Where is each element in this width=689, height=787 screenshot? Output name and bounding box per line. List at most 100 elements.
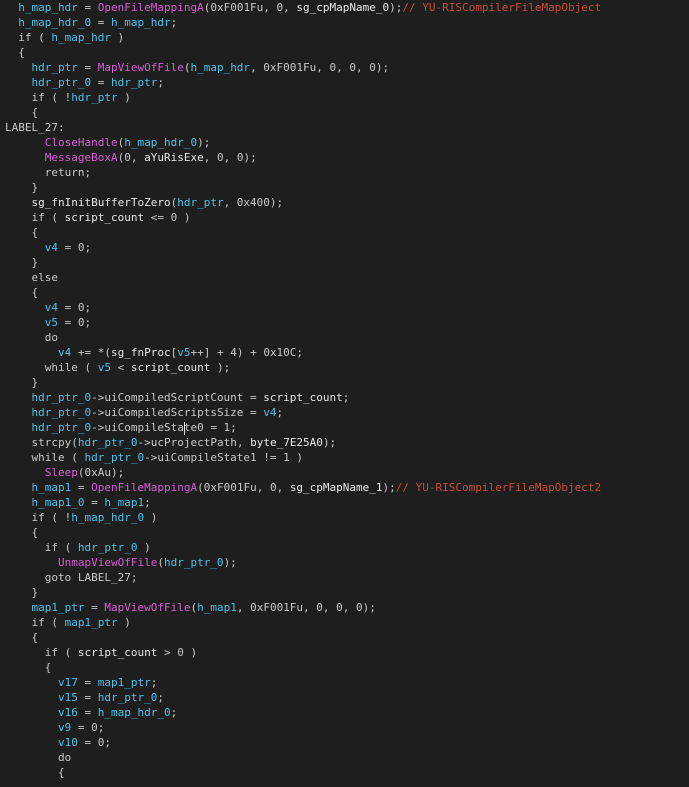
code-line[interactable]: else <box>5 270 601 285</box>
code-line[interactable]: v17 = map1_ptr; <box>5 675 601 690</box>
code-line[interactable]: { <box>5 630 601 645</box>
global-token[interactable]: sg_cpMapName_0 <box>296 1 389 14</box>
code-line[interactable]: h_map_hdr = OpenFileMappingA(0xF001Fu, 0… <box>5 0 601 15</box>
global-token[interactable]: script_count <box>131 361 210 374</box>
code-line[interactable]: { <box>5 660 601 675</box>
local-variable-token[interactable]: v4 <box>263 406 276 419</box>
local-variable-token[interactable]: h_map_hdr_0 <box>18 16 91 29</box>
code-line[interactable]: if ( hdr_ptr_0 ) <box>5 540 601 555</box>
function-token[interactable]: UnmapViewOfFile <box>58 556 157 569</box>
code-line[interactable]: if ( script_count > 0 ) <box>5 645 601 660</box>
function-token[interactable]: MessageBoxA <box>45 151 118 164</box>
function-token[interactable]: MapViewOfFile <box>98 61 184 74</box>
function-token[interactable]: OpenFileMappingA <box>91 481 197 494</box>
code-line[interactable]: sg_fnInitBufferToZero(hdr_ptr, 0x400); <box>5 195 601 210</box>
code-line[interactable]: { <box>5 45 601 60</box>
code-line[interactable]: CloseHandle(h_map_hdr_0); <box>5 135 601 150</box>
local-variable-token[interactable]: v5 <box>45 316 58 329</box>
local-variable-token[interactable]: hdr_ptr_0 <box>32 391 92 404</box>
local-variable-token[interactable]: v4 <box>58 346 71 359</box>
code-line[interactable]: v16 = h_map_hdr_0; <box>5 705 601 720</box>
global-token[interactable]: sg_cpMapName_1 <box>290 481 383 494</box>
code-line[interactable]: if ( !hdr_ptr ) <box>5 90 601 105</box>
function-token[interactable]: OpenFileMappingA <box>98 1 204 14</box>
code-line[interactable]: } <box>5 180 601 195</box>
global-token[interactable]: aYuRisExe <box>144 151 204 164</box>
code-line[interactable]: if ( map1_ptr ) <box>5 615 601 630</box>
local-variable-token[interactable]: hdr_ptr_0 <box>98 691 158 704</box>
local-variable-token[interactable]: hdr_ptr_0 <box>32 406 92 419</box>
local-variable-token[interactable]: v15 <box>58 691 78 704</box>
code-line[interactable]: do <box>5 750 601 765</box>
code-line[interactable]: while ( hdr_ptr_0->uiCompileState1 != 1 … <box>5 450 601 465</box>
code-line[interactable]: MessageBoxA(0, aYuRisExe, 0, 0); <box>5 150 601 165</box>
code-line[interactable]: v4 += *(sg_fnProc[v5++] + 4) + 0x10C; <box>5 345 601 360</box>
code-line[interactable]: { <box>5 225 601 240</box>
code-line[interactable]: } <box>5 375 601 390</box>
local-variable-token[interactable]: h_map_hdr <box>111 16 171 29</box>
local-variable-token[interactable]: h_map_hdr <box>190 61 250 74</box>
global-token[interactable]: script_count <box>78 646 157 659</box>
local-variable-token[interactable]: v5 <box>98 361 111 374</box>
code-line[interactable]: hdr_ptr = MapViewOfFile(h_map_hdr, 0xF00… <box>5 60 601 75</box>
local-variable-token[interactable]: map1_ptr <box>98 676 151 689</box>
local-variable-token[interactable]: hdr_ptr <box>71 91 117 104</box>
code-line[interactable]: v15 = hdr_ptr_0; <box>5 690 601 705</box>
local-variable-token[interactable]: h_map_hdr_0 <box>71 511 144 524</box>
pseudocode-view[interactable]: h_map_hdr = OpenFileMappingA(0xF001Fu, 0… <box>0 0 689 787</box>
local-variable-token[interactable]: v4 <box>45 241 58 254</box>
code-line[interactable]: { <box>5 525 601 540</box>
local-variable-token[interactable]: h_map1_0 <box>32 496 85 509</box>
local-variable-token[interactable]: hdr_ptr_0 <box>78 436 138 449</box>
code-line[interactable]: h_map_hdr_0 = h_map_hdr; <box>5 15 601 30</box>
local-variable-token[interactable]: hdr_ptr <box>111 76 157 89</box>
local-variable-token[interactable]: v9 <box>58 721 71 734</box>
local-variable-token[interactable]: hdr_ptr_0 <box>32 76 92 89</box>
local-variable-token[interactable]: h_map_hdr_0 <box>98 706 171 719</box>
code-line[interactable]: v10 = 0; <box>5 735 601 750</box>
code-line[interactable]: return; <box>5 165 601 180</box>
local-variable-token[interactable]: hdr_ptr_0 <box>78 541 138 554</box>
code-line[interactable]: hdr_ptr_0->uiCompiledScriptCount = scrip… <box>5 390 601 405</box>
code-line[interactable]: { <box>5 765 601 780</box>
local-variable-token[interactable]: v10 <box>58 736 78 749</box>
local-variable-token[interactable]: v4 <box>45 301 58 314</box>
global-token[interactable]: byte_7E25A0 <box>250 436 323 449</box>
local-variable-token[interactable]: map1_ptr <box>65 616 118 629</box>
global-token[interactable]: sg_fnInitBufferToZero <box>32 196 171 209</box>
code-line[interactable]: while ( v5 < script_count ); <box>5 360 601 375</box>
code-line[interactable]: } <box>5 255 601 270</box>
code-line[interactable]: Sleep(0xAu); <box>5 465 601 480</box>
code-line[interactable]: goto LABEL_27; <box>5 570 601 585</box>
local-variable-token[interactable]: v16 <box>58 706 78 719</box>
local-variable-token[interactable]: hdr_ptr <box>177 196 223 209</box>
code-line[interactable]: strcpy(hdr_ptr_0->ucProjectPath, byte_7E… <box>5 435 601 450</box>
code-line[interactable]: if ( h_map_hdr ) <box>5 30 601 45</box>
local-variable-token[interactable]: hdr_ptr_0 <box>164 556 224 569</box>
global-token[interactable]: script_count <box>263 391 342 404</box>
local-variable-token[interactable]: h_map_hdr <box>18 1 78 14</box>
global-token[interactable]: sg_fnProc <box>111 346 171 359</box>
code-line[interactable]: } <box>5 585 601 600</box>
code-line[interactable]: { <box>5 105 601 120</box>
code-line[interactable]: UnmapViewOfFile(hdr_ptr_0); <box>5 555 601 570</box>
local-variable-token[interactable]: h_map_hdr <box>51 31 111 44</box>
code-line[interactable]: v5 = 0; <box>5 315 601 330</box>
code-line[interactable]: v4 = 0; <box>5 240 601 255</box>
global-token[interactable]: script_count <box>65 211 144 224</box>
code-line[interactable]: v9 = 0; <box>5 720 601 735</box>
code-line[interactable]: LABEL_27: <box>5 120 601 135</box>
function-token[interactable]: MapViewOfFile <box>104 601 190 614</box>
local-variable-token[interactable]: h_map1 <box>32 481 72 494</box>
function-token[interactable]: CloseHandle <box>45 136 118 149</box>
local-variable-token[interactable]: v17 <box>58 676 78 689</box>
label-token[interactable]: LABEL_27: <box>5 121 65 134</box>
code-line[interactable]: if ( !h_map_hdr_0 ) <box>5 510 601 525</box>
code-line[interactable]: do <box>5 330 601 345</box>
function-token[interactable]: Sleep <box>45 466 78 479</box>
local-variable-token[interactable]: h_map_hdr_0 <box>124 136 197 149</box>
code-line[interactable]: { <box>5 285 601 300</box>
local-variable-token[interactable]: hdr_ptr_0 <box>84 451 144 464</box>
code-line[interactable]: v4 = 0; <box>5 300 601 315</box>
code-line[interactable]: map1_ptr = MapViewOfFile(h_map1, 0xF001F… <box>5 600 601 615</box>
